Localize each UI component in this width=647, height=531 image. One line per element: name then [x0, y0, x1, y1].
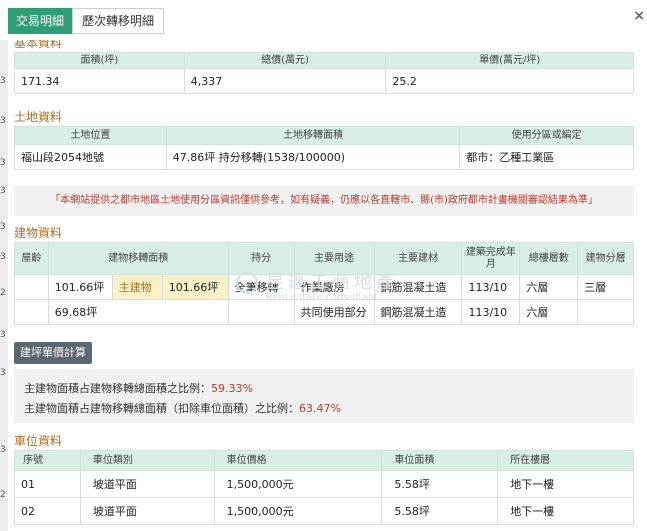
parking-area-cell: 5.58坪	[381, 497, 499, 525]
basic-area-value: 171.34	[14, 68, 185, 94]
parking-area-cell: 5.58坪	[381, 470, 499, 498]
building-floors-cell: 六層	[519, 299, 579, 325]
land-header-zoning: 使用分區或編定	[459, 126, 634, 145]
edge-mark: 3	[0, 186, 6, 196]
building-area-cell: 101.66坪	[47, 274, 113, 300]
section-title-basic: 基本資料	[14, 40, 63, 50]
tab-bar: 交易明細 歷次轉移明細 ×	[0, 0, 647, 40]
main-building-area: 101.66坪	[161, 274, 229, 300]
building-floors-cell: 六層	[519, 274, 579, 300]
edge-mark: 3	[0, 252, 6, 262]
building-header-share: 持分	[227, 242, 295, 275]
building-level-cell: 三層	[577, 274, 634, 300]
parking-no-cell: 01	[14, 470, 81, 498]
land-header-area: 土地移轉面積	[165, 126, 461, 145]
edge-mark: 3	[0, 76, 6, 86]
building-header-age: 屋齡	[14, 242, 49, 275]
building-material-cell: 鋼筋混凝土造	[373, 274, 463, 300]
building-age-cell	[14, 299, 49, 325]
building-header-floors: 總樓層數	[519, 242, 579, 275]
parking-header-price: 車位價格	[213, 450, 383, 471]
building-header-usage: 主要用途	[293, 242, 375, 275]
basic-header-area: 面積(坪)	[14, 52, 185, 69]
ratio-label: 主建物面積占建物移轉總面積之比例：	[24, 382, 211, 395]
section-title-building: 建物資料	[14, 226, 63, 240]
table-row: 01 坡道平面 1,500,000元 5.58坪 地下一樓	[14, 470, 634, 498]
left-edge-strip: 3 3 3 3 3 3 2 3 3 3 2	[0, 40, 8, 531]
table-row: 101.66坪 主建物 101.66坪 全筆移轉 作業廠房 鋼筋混凝土造 113…	[14, 274, 634, 300]
edge-mark: 2	[0, 288, 6, 298]
table-row: 02 坡道平面 1,500,000元 5.58坪 地下一樓	[14, 497, 634, 525]
basic-total-value: 4,337	[183, 68, 387, 94]
land-location-value: 福山段2054地號	[14, 144, 167, 170]
building-table: 屋齡 建物移轉面積 持分 主要用途 主要建材 建築完成年月 總樓層數 建物分層 …	[14, 242, 634, 325]
basic-table: 面積(坪) 總價(萬元) 單價(萬元/坪) 171.34 4,337 25.2	[14, 52, 634, 94]
ratio-value: 59.33%	[211, 382, 253, 395]
land-area-value: 47.86坪 持分移轉(1538/100000)	[165, 144, 461, 170]
land-zoning-value: 都市：乙種工業區	[459, 144, 634, 170]
edge-mark: 3	[0, 330, 6, 340]
ratio-label: 主建物面積占建物移轉總面積（扣除車位面積）之比例：	[24, 402, 299, 415]
building-completed-cell: 113/10	[461, 274, 521, 300]
ratio-line: 主建物面積占建物移轉總面積（扣除車位面積）之比例：63.47%	[24, 399, 634, 419]
main-building-label: 主建物	[111, 274, 163, 300]
section-title-parking: 車位資料	[14, 434, 63, 448]
content-scroll-area[interactable]: 基本資料 面積(坪) 總價(萬元) 單價(萬元/坪) 171.34 4,337 …	[8, 40, 639, 531]
building-header-area: 建物移轉面積	[47, 242, 229, 275]
building-share-cell: 全筆移轉	[227, 274, 295, 300]
basic-header-total: 總價(萬元)	[183, 52, 387, 69]
parking-table: 序號 車位類別 車位價格 車位面積 所在樓層 01 坡道平面 1,500,000…	[14, 450, 634, 525]
parking-no-cell: 02	[14, 497, 81, 525]
building-material-cell: 鋼筋混凝土造	[373, 299, 463, 325]
parking-header-area: 車位面積	[381, 450, 499, 471]
tab-transaction-details[interactable]: 交易明細	[8, 8, 72, 34]
zoning-disclaimer: 「本網站提供之都市地區土地使用分區資訊僅供參考，如有疑義，仍應以各直轄市、縣(市…	[14, 186, 634, 216]
parking-header-floor: 所在樓層	[497, 450, 634, 471]
building-age-cell	[14, 274, 49, 300]
parking-type-cell: 坡道平面	[79, 497, 215, 525]
parking-header-type: 車位類別	[79, 450, 215, 471]
edge-mark: 3	[0, 222, 6, 232]
table-row: 69.68坪 共同使用部分 鋼筋混凝土造 113/10 六層	[14, 299, 634, 325]
building-area-cell: 69.68坪	[47, 299, 229, 325]
parking-type-cell: 坡道平面	[79, 470, 215, 498]
land-header-location: 土地位置	[14, 126, 167, 145]
edge-mark: 2	[0, 490, 6, 500]
ratio-summary: 主建物面積占建物移轉總面積之比例：59.33% 主建物面積占建物移轉總面積（扣除…	[14, 369, 634, 423]
building-level-cell	[577, 299, 634, 325]
basic-header-unit: 單價(萬元/坪)	[385, 52, 634, 69]
building-share-cell	[227, 299, 295, 325]
close-icon[interactable]: ×	[633, 8, 645, 24]
building-completed-cell: 113/10	[461, 299, 521, 325]
building-header-completed: 建築完成年月	[461, 242, 521, 275]
ratio-value: 63.47%	[299, 402, 341, 415]
parking-price-cell: 1,500,000元	[213, 470, 383, 498]
building-header-level: 建物分層	[577, 242, 634, 275]
land-table: 土地位置 土地移轉面積 使用分區或編定 福山段2054地號 47.86坪 持分移…	[14, 126, 634, 170]
parking-floor-cell: 地下一樓	[497, 470, 634, 498]
tab-transfer-history[interactable]: 歷次轉移明細	[72, 8, 164, 34]
parking-header-no: 序號	[14, 450, 81, 471]
unit-price-calc-button[interactable]: 建坪單價計算	[14, 342, 92, 364]
ratio-line: 主建物面積占建物移轉總面積之比例：59.33%	[24, 379, 634, 399]
building-header-material: 主要建材	[373, 242, 463, 275]
edge-mark: 3	[0, 158, 6, 168]
edge-mark: 3	[0, 445, 6, 455]
edge-mark: 3	[0, 116, 6, 126]
parking-price-cell: 1,500,000元	[213, 497, 383, 525]
basic-unit-value: 25.2	[385, 68, 634, 94]
section-title-land: 土地資料	[14, 110, 63, 124]
edge-mark: 3	[0, 368, 6, 378]
building-usage-cell: 作業廠房	[293, 274, 375, 300]
building-usage-cell: 共同使用部分	[293, 299, 375, 325]
parking-floor-cell: 地下一樓	[497, 497, 634, 525]
